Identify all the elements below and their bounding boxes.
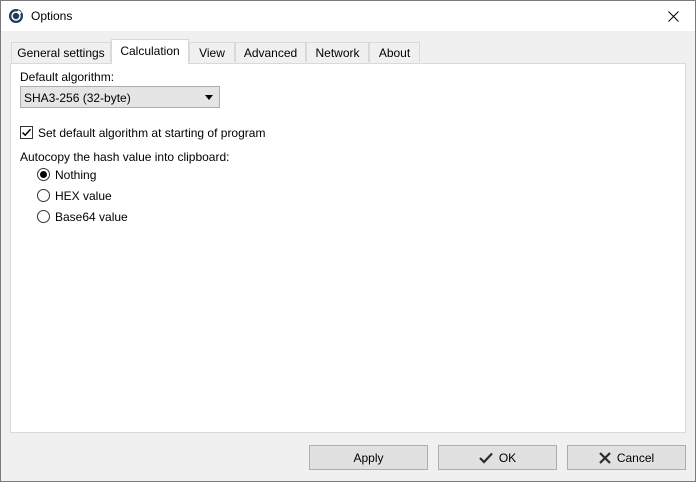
radio-hex-value[interactable]	[37, 189, 50, 202]
options-window: Options General settings Calculation Vie…	[0, 0, 696, 482]
cancel-button[interactable]: Cancel	[567, 445, 686, 470]
default-algorithm-label: Default algorithm:	[20, 70, 115, 84]
tab-label: Calculation	[120, 44, 180, 58]
radio-nothing-label: Nothing	[55, 168, 97, 182]
autocopy-label: Autocopy the hash value into clipboard:	[20, 150, 230, 164]
tab-about[interactable]: About	[369, 42, 420, 62]
tab-advanced[interactable]: Advanced	[235, 42, 306, 62]
tab-label: Advanced	[243, 46, 298, 60]
ok-button[interactable]: OK	[438, 445, 557, 470]
set-default-checkbox[interactable]	[20, 126, 33, 139]
close-icon	[667, 10, 679, 22]
tab-label: General settings	[17, 46, 105, 60]
tab-general-settings[interactable]: General settings	[11, 42, 111, 62]
radio-selected-dot	[40, 171, 47, 178]
tab-label: View	[199, 46, 225, 60]
default-algorithm-value: SHA3-256 (32-byte)	[24, 91, 131, 105]
ok-label: OK	[498, 450, 517, 465]
apply-label: Apply	[353, 450, 384, 465]
tab-label: About	[378, 46, 411, 60]
cancel-label: Cancel	[616, 450, 655, 465]
tab-network[interactable]: Network	[306, 42, 369, 62]
app-icon	[8, 8, 24, 24]
apply-button[interactable]: Apply	[309, 445, 428, 470]
tab-calculation[interactable]: Calculation	[111, 39, 189, 64]
radio-hex-value-label: HEX value	[55, 189, 112, 203]
window-title: Options	[31, 9, 73, 23]
radio-base64-value-label: Base64 value	[55, 210, 128, 224]
title-bar: Options	[1, 1, 695, 31]
calculation-panel: Default algorithm: SHA3-256 (32-byte) Se…	[10, 63, 686, 433]
checkmark-icon	[479, 452, 493, 464]
default-algorithm-select[interactable]: SHA3-256 (32-byte)	[20, 86, 220, 108]
close-icon	[599, 451, 611, 464]
radio-base64-value[interactable]	[37, 210, 50, 223]
chevron-down-icon	[205, 95, 213, 100]
set-default-label: Set default algorithm at starting of pro…	[38, 126, 266, 140]
radio-nothing[interactable]	[37, 168, 50, 181]
checkmark-icon	[21, 128, 32, 137]
close-button[interactable]	[651, 1, 695, 31]
tab-label: Network	[315, 46, 360, 60]
tab-view[interactable]: View	[189, 42, 235, 62]
